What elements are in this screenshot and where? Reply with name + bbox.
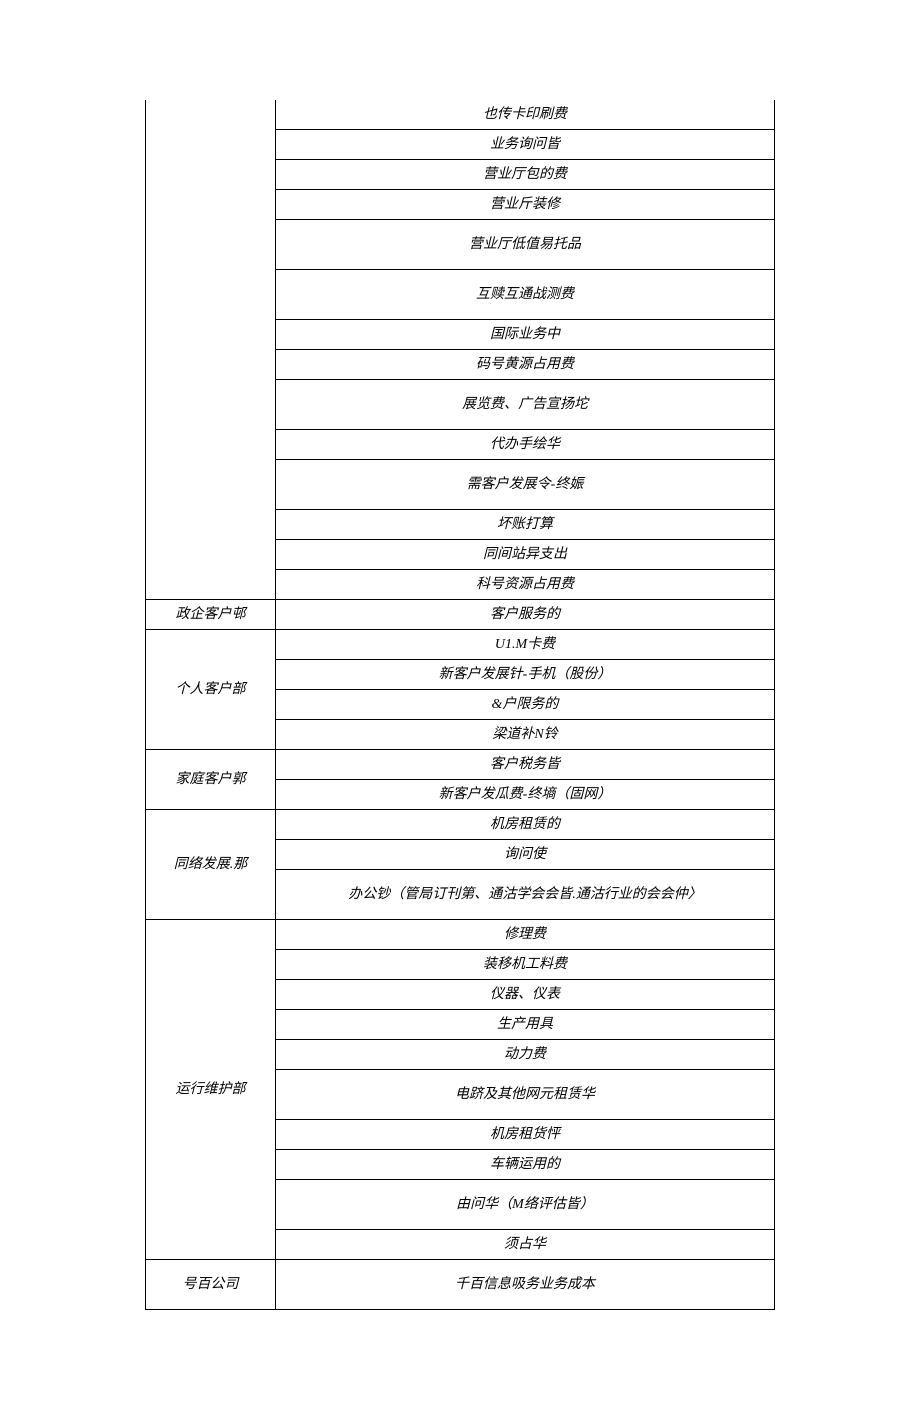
- category-cell: 政企客户邨: [146, 600, 276, 630]
- item-cell: 代办手绘华: [276, 430, 775, 460]
- item-cell: 新客户发瓜费-终墒（固网）: [276, 780, 775, 810]
- item-cell: 国际业务中: [276, 320, 775, 350]
- item-cell: 生产用具: [276, 1010, 775, 1040]
- table-row: 同络发展.那机房租赁的: [146, 810, 775, 840]
- item-cell: 车辆运用的: [276, 1150, 775, 1180]
- item-cell: 业务询问皆: [276, 130, 775, 160]
- item-cell: 须占华: [276, 1230, 775, 1260]
- table-row: 政企客户邨客户服务的: [146, 600, 775, 630]
- item-cell: 仪器、仪表: [276, 980, 775, 1010]
- table-row: 家庭客户郭客户税务皆: [146, 750, 775, 780]
- category-cell: 号百公司: [146, 1260, 276, 1310]
- category-cell: 家庭客户郭: [146, 750, 276, 810]
- item-cell: 新客户发展针-手机（股份）: [276, 660, 775, 690]
- item-cell: 互赎互通战测费: [276, 270, 775, 320]
- item-cell: 坏账打算: [276, 510, 775, 540]
- item-cell: 客户服务的: [276, 600, 775, 630]
- item-cell: 营业斤装修: [276, 190, 775, 220]
- category-cell: [146, 100, 276, 600]
- item-cell: 梁道补N铃: [276, 720, 775, 750]
- item-cell: 询问使: [276, 840, 775, 870]
- category-cell: 同络发展.那: [146, 810, 276, 920]
- item-cell: &户限务的: [276, 690, 775, 720]
- item-cell: 码号黄源占用费: [276, 350, 775, 380]
- main-table: 也传卡印刷费业务询问皆营业厅包的费营业斤装修营业厅低值易托品互赎互通战测费国际业…: [145, 100, 775, 1310]
- item-cell: 需客户发展令-终娠: [276, 460, 775, 510]
- item-cell: 机房租赁的: [276, 810, 775, 840]
- category-cell: 运行维护部: [146, 920, 276, 1260]
- item-cell: 机房租货怦: [276, 1120, 775, 1150]
- table-row: 运行维护部修理费: [146, 920, 775, 950]
- item-cell: 展览费、广告宣扬坨: [276, 380, 775, 430]
- item-cell: 装移机工料费: [276, 950, 775, 980]
- item-cell: 营业厅低值易托品: [276, 220, 775, 270]
- item-cell: 营业厅包的费: [276, 160, 775, 190]
- item-cell: 动力费: [276, 1040, 775, 1070]
- item-cell: 也传卡印刷费: [276, 100, 775, 130]
- table-row: 号百公司千百信息吸务业务成本: [146, 1260, 775, 1310]
- category-cell: 个人客户部: [146, 630, 276, 750]
- item-cell: 同间站异支出: [276, 540, 775, 570]
- item-cell: 电跻及其他网元租赁华: [276, 1070, 775, 1120]
- item-cell: 由问华（M络评估皆）: [276, 1180, 775, 1230]
- item-cell: 办公钞（管局订刊第、通沽学会会皆.通沽行业的会会仲〉: [276, 870, 775, 920]
- table-row: 个人客户部U1.M卡费: [146, 630, 775, 660]
- item-cell: 科号资源占用费: [276, 570, 775, 600]
- item-cell: 千百信息吸务业务成本: [276, 1260, 775, 1310]
- item-cell: U1.M卡费: [276, 630, 775, 660]
- item-cell: 客户税务皆: [276, 750, 775, 780]
- item-cell: 修理费: [276, 920, 775, 950]
- table-row: 也传卡印刷费: [146, 100, 775, 130]
